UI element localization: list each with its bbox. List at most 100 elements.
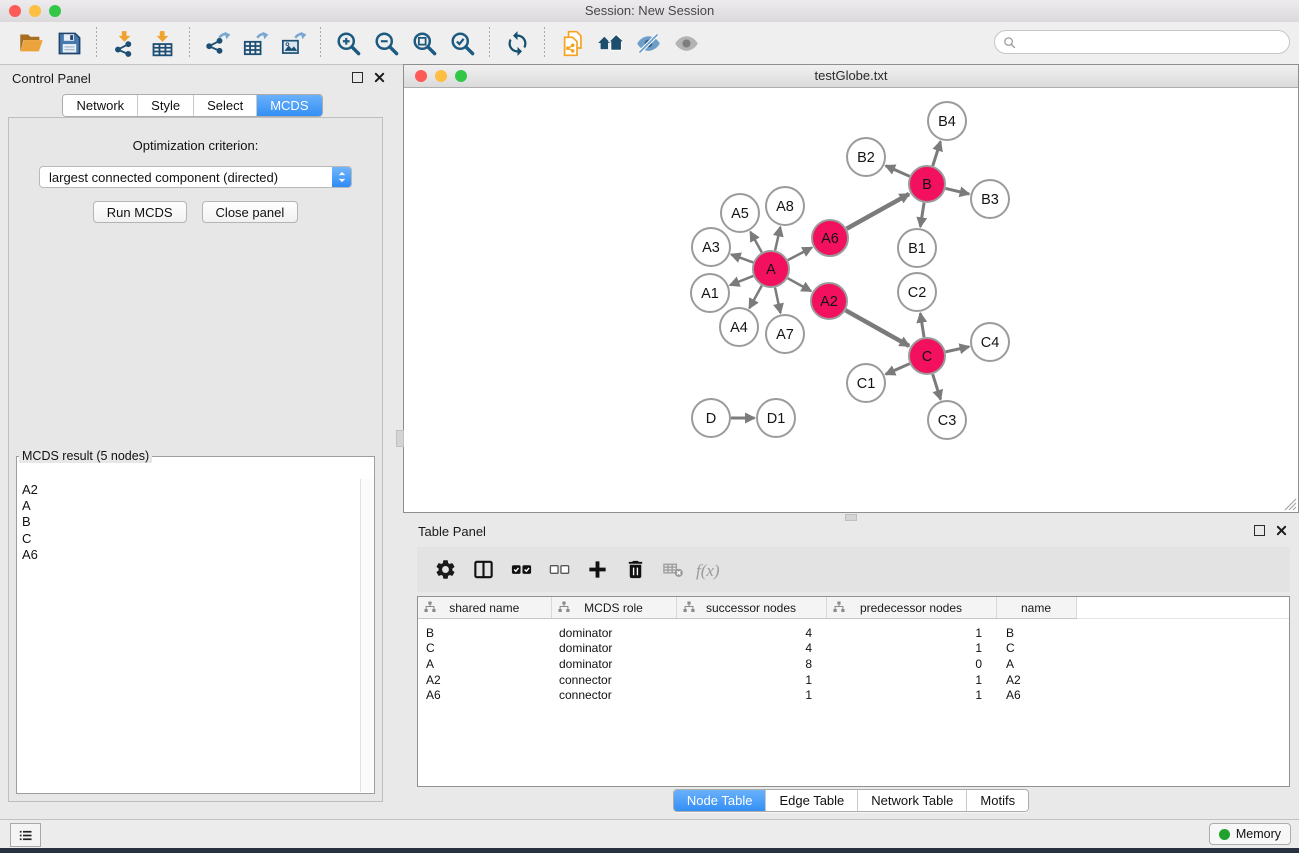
search-input[interactable]	[1017, 31, 1289, 53]
graph-edge-A6-B[interactable]	[847, 194, 909, 229]
graph-edge-C-C3[interactable]	[933, 374, 941, 399]
first-neighbors-icon[interactable]	[591, 25, 629, 61]
table-cell[interactable]: 1	[826, 687, 996, 703]
show-columns-icon[interactable]	[464, 551, 502, 589]
graph-node-A2[interactable]: A2	[811, 283, 847, 319]
vertical-splitter-handle[interactable]	[396, 430, 404, 447]
deselect-all-icon[interactable]	[540, 551, 578, 589]
graph-node-B[interactable]: B	[909, 166, 945, 202]
tab-style[interactable]: Style	[137, 95, 193, 116]
graph-node-B3[interactable]: B3	[971, 180, 1009, 218]
mcds-result-item[interactable]: A	[22, 498, 360, 514]
table-settings-icon[interactable]	[426, 551, 464, 589]
tab-edge-table[interactable]: Edge Table	[765, 790, 857, 811]
graph-edge-B-B1[interactable]	[920, 203, 924, 227]
table-cell[interactable]: A	[418, 656, 551, 672]
graph-node-A3[interactable]: A3	[692, 228, 730, 266]
table-cell[interactable]: 1	[676, 672, 826, 688]
column-header[interactable]: shared name	[418, 597, 551, 619]
search-box[interactable]	[994, 30, 1290, 54]
delete-columns-icon[interactable]	[616, 551, 654, 589]
save-session-icon[interactable]	[50, 25, 88, 61]
graph-node-A5[interactable]: A5	[721, 194, 759, 232]
graph-node-A8[interactable]: A8	[766, 187, 804, 225]
add-column-icon[interactable]	[578, 551, 616, 589]
table-cell[interactable]: dominator	[551, 641, 676, 657]
resize-grip[interactable]	[1284, 498, 1297, 511]
graph-edge-A-A8[interactable]	[775, 227, 780, 250]
tab-network-table[interactable]: Network Table	[857, 790, 966, 811]
result-scrollbar[interactable]	[360, 479, 373, 792]
duplicate-network-icon[interactable]	[553, 25, 591, 61]
float-table-panel-icon[interactable]	[1254, 525, 1265, 536]
graph-node-D[interactable]: D	[692, 399, 730, 437]
graph-node-C1[interactable]: C1	[847, 364, 885, 402]
graph-node-A4[interactable]: A4	[720, 308, 758, 346]
tab-mcds[interactable]: MCDS	[256, 95, 321, 116]
memory-button[interactable]: Memory	[1209, 823, 1291, 845]
tab-motifs[interactable]: Motifs	[966, 790, 1028, 811]
mcds-result-item[interactable]: A2	[22, 482, 360, 498]
table-cell[interactable]: B	[418, 619, 551, 641]
export-image-icon[interactable]	[274, 25, 312, 61]
column-header[interactable]: MCDS role	[551, 597, 676, 619]
table-cell[interactable]: C	[418, 641, 551, 657]
table-cell[interactable]: 1	[826, 672, 996, 688]
graph-edge-A-A6[interactable]	[788, 248, 812, 261]
hide-selected-icon[interactable]	[629, 25, 667, 61]
column-header[interactable]: successor nodes	[676, 597, 826, 619]
export-network-icon[interactable]	[198, 25, 236, 61]
graph-edge-A2-C[interactable]	[846, 310, 910, 346]
table-cell[interactable]: A2	[418, 672, 551, 688]
table-cell[interactable]: 1	[676, 687, 826, 703]
network-canvas[interactable]: B4B2BB3B1A5A8A6A3AA1A2C2A4A7C4CC1C3DD1	[404, 88, 1298, 512]
mcds-result-item[interactable]: C	[22, 531, 360, 547]
graph-edge-A-A4[interactable]	[749, 286, 761, 309]
close-panel-button[interactable]: Close panel	[202, 201, 299, 223]
graph-node-A[interactable]: A	[753, 251, 789, 287]
run-mcds-button[interactable]: Run MCDS	[93, 201, 187, 223]
column-header[interactable]: name	[996, 597, 1076, 619]
graph-edge-C-C1[interactable]	[886, 364, 910, 375]
graph-node-B4[interactable]: B4	[928, 102, 966, 140]
zoom-in-icon[interactable]	[329, 25, 367, 61]
table-cell[interactable]: 0	[826, 656, 996, 672]
table-cell[interactable]: 4	[676, 641, 826, 657]
graph-node-C3[interactable]: C3	[928, 401, 966, 439]
mcds-result-item[interactable]: A6	[22, 547, 360, 563]
graph-edge-A-A2[interactable]	[788, 278, 811, 291]
graph-node-D1[interactable]: D1	[757, 399, 795, 437]
select-all-icon[interactable]	[502, 551, 540, 589]
graph-edge-B-B3[interactable]	[945, 188, 969, 194]
mcds-result-item[interactable]: B	[22, 514, 360, 530]
graph-edge-B-B2[interactable]	[886, 166, 910, 177]
criterion-dropdown[interactable]: largest connected component (directed)	[39, 166, 352, 188]
graph-node-B2[interactable]: B2	[847, 138, 885, 176]
export-table-icon[interactable]	[236, 25, 274, 61]
import-table-icon[interactable]	[143, 25, 181, 61]
table-cell[interactable]: B	[996, 619, 1076, 641]
task-history-button[interactable]	[10, 823, 41, 847]
table-cell[interactable]: C	[996, 641, 1076, 657]
zoom-selected-icon[interactable]	[443, 25, 481, 61]
graph-node-A7[interactable]: A7	[766, 315, 804, 353]
graph-node-A1[interactable]: A1	[691, 274, 729, 312]
tab-network[interactable]: Network	[63, 95, 137, 116]
close-panel-icon[interactable]	[374, 72, 385, 83]
table-cell[interactable]: A6	[418, 687, 551, 703]
table-cell[interactable]: connector	[551, 672, 676, 688]
import-network-icon[interactable]	[105, 25, 143, 61]
graph-edge-A-A3[interactable]	[731, 254, 753, 262]
table-cell[interactable]: 1	[826, 641, 996, 657]
column-header[interactable]: predecessor nodes	[826, 597, 996, 619]
graph-node-B1[interactable]: B1	[898, 229, 936, 267]
open-session-icon[interactable]	[12, 25, 50, 61]
graph-edge-C-C4[interactable]	[946, 347, 969, 352]
graph-node-C4[interactable]: C4	[971, 323, 1009, 361]
table-cell[interactable]: connector	[551, 687, 676, 703]
graph-node-C[interactable]: C	[909, 338, 945, 374]
graph-edge-A-A7[interactable]	[775, 288, 780, 313]
table-cell[interactable]: A6	[996, 687, 1076, 703]
graph-edge-B-B4[interactable]	[933, 141, 941, 165]
float-panel-icon[interactable]	[352, 72, 363, 83]
